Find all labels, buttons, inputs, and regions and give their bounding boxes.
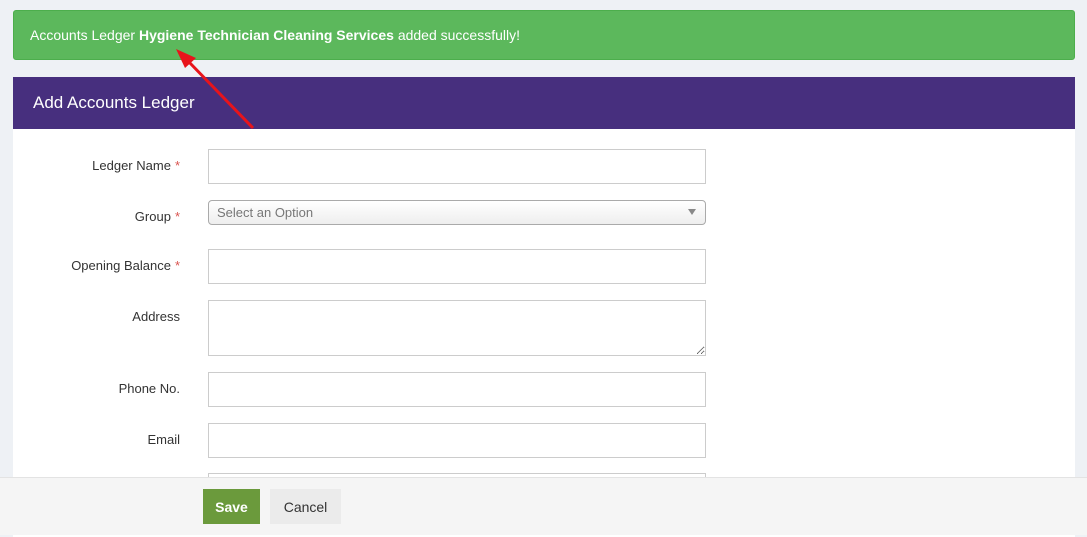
required-marker: * [174,158,180,173]
email-input[interactable] [208,423,706,458]
panel-title: Add Accounts Ledger [13,77,1075,129]
opening-balance-input[interactable] [208,249,706,284]
group-label: Group * [134,209,180,224]
ledger-name-label: Ledger Name * [92,158,180,173]
ledger-name-input[interactable] [208,149,706,184]
alert-suffix: added successfully! [397,27,520,43]
address-label: Address [132,309,180,324]
opening-balance-label: Opening Balance * [71,258,180,273]
alert-ledger-name: Hygiene Technician Cleaning Services [138,27,394,43]
phone-input[interactable] [208,372,706,407]
add-ledger-panel: Add Accounts Ledger Ledger Name * Group * … [13,77,1075,537]
alert-prefix: Accounts Ledger [30,27,136,43]
email-label: Email [147,432,180,447]
save-button[interactable]: Save [203,489,260,524]
cancel-button[interactable]: Cancel [270,489,341,524]
success-alert: Accounts Ledger Hygiene Technician Clean… [13,10,1075,60]
group-select[interactable]: Select an Option [208,200,706,225]
address-textarea[interactable] [208,300,706,356]
form-footer: Save Cancel [0,477,1087,535]
group-select-placeholder: Select an Option [217,205,314,220]
required-marker: * [174,209,180,224]
required-marker: * [174,258,180,273]
chevron-down-icon [688,209,696,215]
phone-label: Phone No. [118,381,180,396]
